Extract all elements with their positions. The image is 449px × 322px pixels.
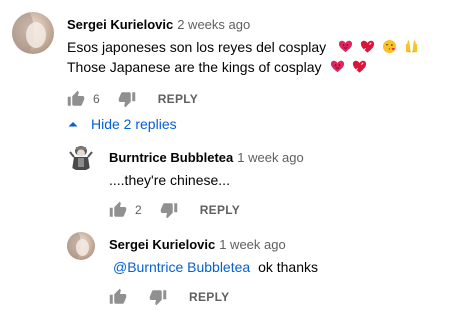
reply-actions: REPLY [109, 287, 229, 307]
comment-text-line-1: Esos japoneses son los reyes del cosplay [67, 37, 419, 57]
thumbs-up-icon[interactable] [67, 90, 85, 108]
avatar-figure-icon [67, 143, 95, 171]
reply-button[interactable]: REPLY [158, 92, 198, 106]
heart-icon [360, 40, 374, 53]
reply-time[interactable]: 1 week ago [237, 150, 304, 165]
author-name[interactable]: Burntrice Bubbletea [109, 150, 233, 165]
chevron-up-icon [68, 122, 78, 127]
thumbs-up-icon[interactable] [109, 288, 127, 306]
hide-replies-button[interactable]: Hide 2 replies [67, 116, 177, 132]
kiss-face-icon [382, 39, 396, 54]
comment-text: Esos japoneses son los reyes del cosplay [67, 39, 327, 55]
thumbs-up-icon[interactable] [109, 201, 127, 219]
thumbs-down-icon[interactable] [160, 201, 178, 219]
reply-header: Burntrice Bubbletea 1 week ago [109, 150, 304, 165]
avatar[interactable] [67, 143, 95, 171]
reply-actions: 2 REPLY [109, 200, 240, 220]
avatar[interactable] [12, 12, 54, 54]
reply-text: ....they're chinese... [109, 172, 230, 188]
like-count: 2 [135, 203, 142, 217]
thumbs-down-icon[interactable] [118, 90, 136, 108]
comment-text-line-2: Those Japanese are the kings of cosplay [67, 57, 367, 77]
avatar[interactable] [67, 232, 95, 260]
heart-face-icon [338, 40, 353, 53]
reply-button[interactable]: REPLY [200, 203, 240, 217]
heart-face-icon [331, 60, 345, 73]
raised-hands-icon [405, 40, 417, 53]
heart-icon [353, 60, 367, 73]
author-name[interactable]: Sergei Kurielovic [67, 17, 173, 32]
reply-time[interactable]: 1 week ago [219, 237, 286, 252]
reply-button[interactable]: REPLY [189, 290, 229, 304]
comment-text-translation: Those Japanese are the kings of cosplay [67, 59, 322, 75]
like-count: 6 [93, 92, 100, 106]
hide-replies-label: Hide 2 replies [91, 116, 177, 132]
comment-header: Sergei Kurielovic 2 weeks ago [67, 17, 250, 32]
comment-time[interactable]: 2 weeks ago [177, 17, 250, 32]
thumbs-down-icon[interactable] [149, 288, 167, 306]
author-name[interactable]: Sergei Kurielovic [109, 237, 215, 252]
comment-actions: 6 REPLY [67, 89, 198, 109]
mention-link[interactable]: @Burntrice Bubbletea [113, 259, 250, 275]
reply-header: Sergei Kurielovic 1 week ago [109, 237, 286, 252]
reply-text: ok thanks [258, 259, 319, 275]
reply-text-container: @Burntrice Bubbletea ok thanks [113, 257, 318, 277]
